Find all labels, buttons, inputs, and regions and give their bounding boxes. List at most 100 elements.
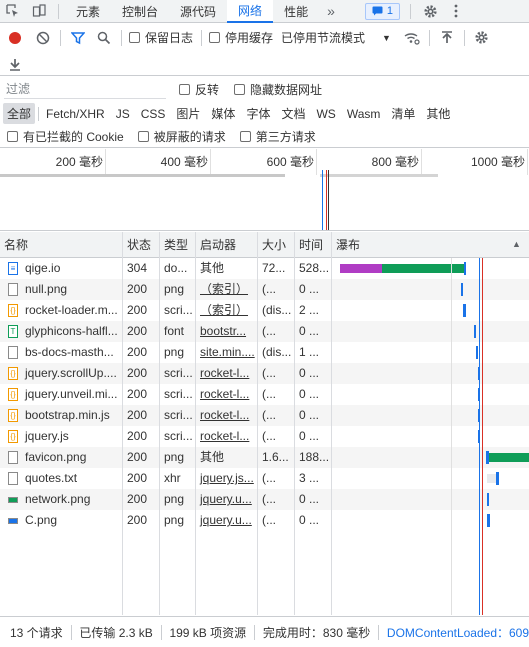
column-header-type[interactable]: 类型: [160, 232, 195, 258]
cell-initiator[interactable]: site.min....: [196, 342, 257, 363]
blocked-cookies-checkbox[interactable]: 有已拦截的 Cookie: [7, 128, 124, 145]
cell-name[interactable]: bootstrap.min.js: [21, 405, 122, 426]
table-row[interactable]: {} rocket-loader.m... 200 scri... （索引） (dis..…: [0, 300, 529, 321]
inspect-element-icon[interactable]: [0, 0, 26, 23]
table-row[interactable]: {} bootstrap.min.js 200 scri... rocket-l... (…: [0, 405, 529, 426]
column-header-time[interactable]: 时间: [295, 232, 331, 258]
filter-icon[interactable]: [65, 26, 91, 49]
column-header-initiator[interactable]: 启动器: [196, 232, 257, 258]
table-row[interactable]: Tglyphicons-halfl... 200 font bootstr... (..…: [0, 321, 529, 342]
font-icon: T: [8, 325, 18, 338]
clear-icon[interactable]: [30, 26, 56, 49]
import-har-icon[interactable]: [434, 26, 460, 49]
cell-name[interactable]: C.png: [21, 510, 122, 531]
network-settings-gear-icon[interactable]: [469, 26, 495, 49]
column-header-waterfall[interactable]: 瀑布: [332, 232, 502, 258]
type-filter-all[interactable]: 全部: [3, 103, 36, 124]
type-filter-js[interactable]: JS: [112, 105, 134, 123]
more-tabs-button[interactable]: »: [319, 0, 343, 23]
filter-input[interactable]: [4, 80, 166, 99]
cell-initiator[interactable]: rocket-l...: [196, 405, 257, 426]
table-row[interactable]: bs-docs-masth... 200 png site.min.... (dis..…: [0, 342, 529, 363]
cell-initiator[interactable]: jquery.u...: [196, 510, 257, 531]
export-har-icon[interactable]: [0, 52, 30, 75]
cell-type: font: [164, 324, 185, 338]
blocked-requests-checkbox[interactable]: 被屏蔽的请求: [137, 128, 226, 145]
cell-initiator[interactable]: jquery.u...: [196, 489, 257, 510]
cell-initiator[interactable]: 其他: [196, 447, 257, 468]
cell-name[interactable]: favicon.png: [21, 447, 122, 468]
settings-gear-icon[interactable]: [417, 0, 443, 23]
type-filter-font[interactable]: 字体: [242, 103, 274, 124]
third-party-checkbox[interactable]: 第三方请求: [239, 128, 316, 145]
tab-performance[interactable]: 性能: [273, 0, 319, 23]
table-row[interactable]: {} jquery.scrollUp.... 200 scri... rocket-l.…: [0, 363, 529, 384]
overview-divider: [328, 170, 329, 230]
tab-sources[interactable]: 源代码: [169, 0, 227, 23]
cell-name[interactable]: qige.io: [21, 258, 122, 279]
table-row[interactable]: quotes.txt 200 xhr jquery.js... (... 3 ...: [0, 468, 529, 489]
cell-name[interactable]: null.png: [21, 279, 122, 300]
checkbox-box[interactable]: [239, 131, 251, 142]
type-filter-manifest[interactable]: 清单: [387, 103, 419, 124]
checkbox-box[interactable]: [7, 131, 18, 142]
cell-initiator[interactable]: rocket-l...: [196, 363, 257, 384]
cell-initiator[interactable]: 其他: [196, 258, 257, 279]
cell-initiator[interactable]: （索引）: [196, 279, 257, 300]
type-filter-wasm[interactable]: Wasm: [343, 105, 385, 123]
cell-name[interactable]: network.png: [21, 489, 122, 510]
type-filter-fetch-xhr[interactable]: Fetch/XHR: [42, 105, 109, 123]
cell-initiator[interactable]: bootstr...: [196, 321, 257, 342]
hide-data-urls-checkbox[interactable]: 隐藏数据网址: [234, 81, 322, 98]
search-icon[interactable]: [91, 26, 117, 49]
cell-name[interactable]: jquery.unveil.mi...: [21, 384, 122, 405]
checkbox-box[interactable]: [129, 32, 140, 43]
cell-initiator[interactable]: rocket-l...: [196, 426, 257, 447]
cell-name[interactable]: jquery.js: [21, 426, 122, 447]
disable-cache-checkbox[interactable]: 停用缓存: [209, 29, 273, 46]
cell-name[interactable]: glyphicons-halfl...: [21, 321, 122, 342]
record-icon[interactable]: [0, 26, 30, 49]
more-options-icon[interactable]: [443, 0, 469, 23]
cell-initiator[interactable]: （索引）: [196, 300, 257, 321]
type-filter-ws[interactable]: WS: [312, 105, 339, 123]
checkbox-box[interactable]: [179, 84, 190, 95]
tab-network[interactable]: 网络: [227, 0, 274, 23]
network-overview-timeline[interactable]: 200 毫秒 400 毫秒 600 毫秒 800 毫秒 1000 毫秒: [0, 149, 529, 231]
cell-name[interactable]: quotes.txt: [21, 468, 122, 489]
table-row[interactable]: null.png 200 png （索引） (... 0 ...: [0, 279, 529, 300]
tab-elements[interactable]: 元素: [65, 0, 111, 23]
cell-name[interactable]: rocket-loader.m...: [21, 300, 122, 321]
cell-name[interactable]: jquery.scrollUp....: [21, 363, 122, 384]
checkbox-box[interactable]: [209, 32, 221, 43]
column-header-status[interactable]: 状态: [123, 232, 159, 258]
tab-console[interactable]: 控制台: [111, 0, 169, 23]
device-toolbar-icon[interactable]: [26, 0, 52, 23]
checkbox-box[interactable]: [137, 131, 149, 142]
column-header-size[interactable]: 大小: [258, 232, 294, 258]
table-row[interactable]: C.png 200 png jquery.u... (... 0 ...: [0, 510, 529, 531]
network-conditions-icon[interactable]: [399, 26, 425, 49]
sort-ascending-icon[interactable]: ▲: [512, 239, 521, 249]
table-row[interactable]: ≡ qige.io 304 do... 其他 72... 528...: [0, 258, 529, 279]
issues-badge[interactable]: 1: [364, 2, 400, 20]
table-row[interactable]: {} jquery.js 200 scri... rocket-l... (... 0 ..…: [0, 426, 529, 447]
type-filter-css[interactable]: CSS: [137, 105, 170, 123]
invert-checkbox[interactable]: 反转: [179, 81, 219, 98]
table-row[interactable]: favicon.png 200 png 其他 1.6... 188...: [0, 447, 529, 468]
table-row[interactable]: {} jquery.unveil.mi... 200 scri... rocket-l.…: [0, 384, 529, 405]
type-filter-media[interactable]: 媒体: [207, 103, 239, 124]
type-filter-img[interactable]: 图片: [172, 103, 204, 124]
checkbox-box[interactable]: [234, 84, 246, 95]
throttling-select[interactable]: 已停用节流模式 ▼: [281, 29, 391, 46]
type-filter-other[interactable]: 其他: [422, 103, 454, 124]
table-row[interactable]: network.png 200 png jquery.u... (... 0 ...: [0, 489, 529, 510]
type-filter-doc[interactable]: 文档: [277, 103, 309, 124]
preserve-log-checkbox[interactable]: 保留日志: [129, 29, 193, 46]
summary-separator: [378, 624, 379, 640]
cell-initiator[interactable]: rocket-l...: [196, 384, 257, 405]
cell-name[interactable]: bs-docs-masth...: [21, 342, 122, 363]
cell-type: do...: [164, 261, 188, 275]
cell-initiator[interactable]: jquery.js...: [196, 468, 257, 489]
column-header-name[interactable]: 名称: [0, 232, 122, 258]
